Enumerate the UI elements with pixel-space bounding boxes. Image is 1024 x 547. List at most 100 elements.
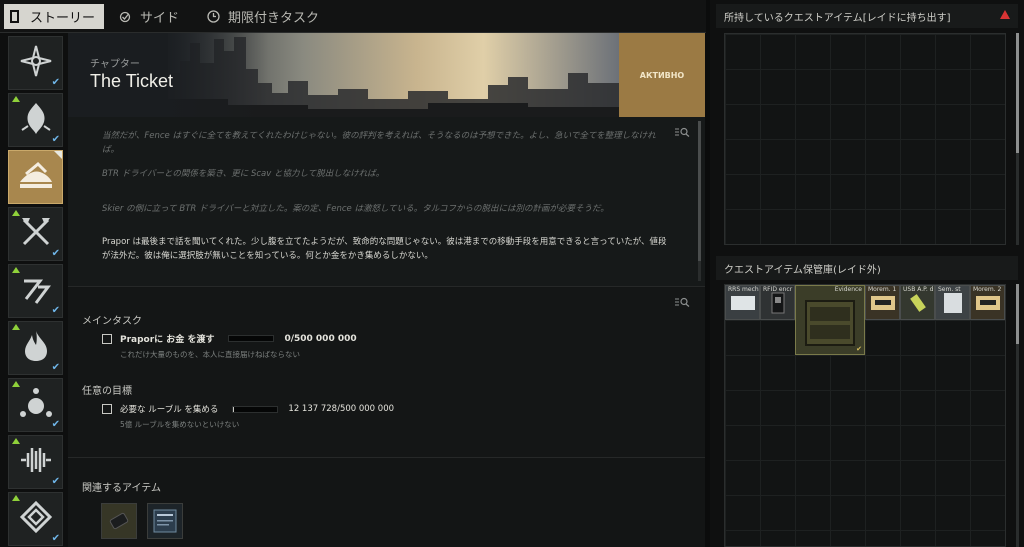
stash-item[interactable]: Morem. 2 xyxy=(970,285,1005,320)
tab-side-label: サイド xyxy=(140,11,180,26)
main-task-subtext: これだけ大量のものを、本人に直接届けねばならない xyxy=(120,350,300,359)
found-in-raid-icon: ✔ xyxy=(856,345,862,353)
stash-header: クエストアイテム保管庫(レイド外) xyxy=(716,256,1018,280)
owned-quest-items-header: 所持しているクエストアイテム[レイドに持ち出す] xyxy=(716,4,1018,28)
owned-quest-items-title: 所持しているクエストアイテム[レイドに持ち出す] xyxy=(724,12,951,24)
chapter-banner: チャプター The Ticket АКТИВНО xyxy=(68,33,705,117)
new-indicator-icon xyxy=(12,381,20,387)
stash-item[interactable]: RRS mech xyxy=(725,285,760,320)
clock-icon xyxy=(206,10,220,24)
related-items-section: 関連するアイテム xyxy=(68,458,705,547)
tab-timed[interactable]: 期限付きタスク xyxy=(206,4,319,29)
task-checkbox xyxy=(102,333,112,344)
usb-drive-icon xyxy=(908,293,928,317)
flame-icon xyxy=(21,329,51,367)
lightkeeper-icon xyxy=(19,500,53,538)
description-paragraph: Skier の側に立って BTR ドライバーと対立した。案の定、Fence は激… xyxy=(102,204,609,214)
quest-detail-panel: チャプター The Ticket АКТИВНО 当然だが、Fence はすぐに… xyxy=(68,33,705,547)
owned-items-scrollbar[interactable] xyxy=(1016,33,1019,245)
completed-check-icon: ✔ xyxy=(51,419,60,430)
fence-icon xyxy=(18,160,54,194)
new-indicator-icon xyxy=(12,495,20,501)
peacekeeper-icon xyxy=(20,273,52,309)
related-items-heading: 関連するアイテム xyxy=(82,483,161,494)
new-indicator-icon xyxy=(12,438,20,444)
trader-lightkeeper[interactable]: ✔ xyxy=(8,492,63,546)
prapor-star-icon xyxy=(19,44,53,82)
magnify-icon[interactable] xyxy=(674,127,690,137)
completed-check-icon: ✔ xyxy=(51,533,60,544)
trader-fence[interactable] xyxy=(8,150,63,204)
completed-check-icon: ✔ xyxy=(51,362,60,373)
optional-task-label: 必要な ルーブル を集める xyxy=(120,405,219,415)
quest-items-panel: 所持しているクエストアイテム[レイドに持ち出す] クエストアイテム保管庫(レイド… xyxy=(710,0,1024,547)
stash-scrollbar[interactable] xyxy=(1016,284,1019,547)
trader-prapor[interactable]: ✔ xyxy=(8,36,63,90)
completed-check-icon: ✔ xyxy=(51,305,60,316)
magnify-icon[interactable] xyxy=(674,297,690,307)
trader-mechanic[interactable]: ✔ xyxy=(8,321,63,375)
description-paragraph: BTR ドライバーとの関係を築き、更に Scav と協力して脱出しなければ。 xyxy=(102,169,385,179)
optional-task-progress: 12 137 728/500 000 000 xyxy=(288,404,395,414)
soundwave-icon xyxy=(18,445,54,479)
device-icon xyxy=(730,294,756,316)
therapist-icon xyxy=(20,100,52,140)
stash-title: クエストアイテム保管庫(レイド外) xyxy=(724,264,881,276)
optional-task-subtext: 5億 ルーブルを集めないといけない xyxy=(120,420,240,429)
cassette-icon xyxy=(870,295,896,315)
main-task-progress-bar xyxy=(228,335,275,342)
optional-task-progress-fill xyxy=(233,406,235,412)
document-icon xyxy=(942,291,964,319)
tab-story-label: ストーリー xyxy=(30,11,96,26)
stash-grid[interactable]: RRS mech RFID encr Evidence ✔ Morem. 1 U… xyxy=(724,284,1006,547)
quest-status-badge: АКТИВНО xyxy=(619,33,705,117)
book-icon xyxy=(8,10,22,24)
rfid-device-icon xyxy=(771,292,785,318)
description-paragraph: Prapor は最後まで話を聞いてくれた。少し腹を立てたようだが、致命的な問題じ… xyxy=(102,237,667,261)
crossed-axes-icon xyxy=(19,215,53,253)
related-item-case[interactable] xyxy=(101,503,137,539)
trader-ragman[interactable]: ✔ xyxy=(8,378,63,432)
task-checkbox xyxy=(102,404,112,414)
main-task: Praporに お金 を渡す 0/500 000 000 xyxy=(102,332,357,345)
optional-task: 必要な ルーブル を集める 12 137 728/500 000 000 xyxy=(102,403,394,415)
main-task-progress: 0/500 000 000 xyxy=(284,333,357,344)
cabinet-icon xyxy=(802,297,858,353)
description-paragraph: 当然だが、Fence はすぐに全てを教えてくれたわけじゃない。彼の評判を考えれば… xyxy=(102,131,656,155)
new-indicator-icon xyxy=(12,267,20,273)
globe-icon xyxy=(19,386,53,424)
trader-jaeger[interactable]: ✔ xyxy=(8,435,63,489)
stash-item[interactable]: RFID encr xyxy=(760,285,795,320)
optional-task-progress-bar xyxy=(232,405,279,413)
description-scrollbar[interactable] xyxy=(698,121,701,281)
tab-side[interactable]: サイド xyxy=(118,4,179,29)
trader-therapist[interactable]: ✔ xyxy=(8,93,63,147)
trader-peacekeeper[interactable]: ✔ xyxy=(8,264,63,318)
completed-check-icon: ✔ xyxy=(51,77,60,88)
quest-description: 当然だが、Fence はすぐに全てを教えてくれたわけじゃない。彼の評判を考えれば… xyxy=(68,117,705,287)
objectives-section: メインタスク Praporに お金 を渡す 0/500 000 000 これだけ… xyxy=(68,288,705,458)
stash-item[interactable]: Morem. 1 xyxy=(865,285,900,320)
completed-check-icon: ✔ xyxy=(51,476,60,487)
completed-check-icon: ✔ xyxy=(51,134,60,145)
trader-skier[interactable]: ✔ xyxy=(8,207,63,261)
completed-check-icon: ✔ xyxy=(51,248,60,259)
check-circle-icon xyxy=(118,10,132,24)
stash-item[interactable]: Sem. st xyxy=(935,285,970,320)
stash-item-evidence[interactable]: Evidence ✔ xyxy=(795,285,865,355)
tab-timed-label: 期限付きタスク xyxy=(228,11,320,26)
main-task-heading: メインタスク xyxy=(82,316,142,327)
stash-item[interactable]: USB A.P. d xyxy=(900,285,935,320)
main-task-label: Praporに お金 を渡す xyxy=(120,335,215,345)
new-indicator-icon xyxy=(12,324,20,330)
trader-list: ✔ ✔ ✔ ✔ ✔ ✔ ✔ ✔ xyxy=(0,33,68,547)
owned-items-grid[interactable] xyxy=(724,33,1006,245)
tab-story[interactable]: ストーリー xyxy=(4,4,104,29)
new-indicator-icon xyxy=(12,96,20,102)
optional-heading: 任意の目標 xyxy=(82,386,132,397)
warning-icon xyxy=(1000,10,1010,19)
quest-title: The Ticket xyxy=(90,71,174,91)
related-item-document[interactable] xyxy=(147,503,183,539)
chapter-label: チャプター xyxy=(90,59,140,70)
new-indicator-icon xyxy=(12,210,20,216)
